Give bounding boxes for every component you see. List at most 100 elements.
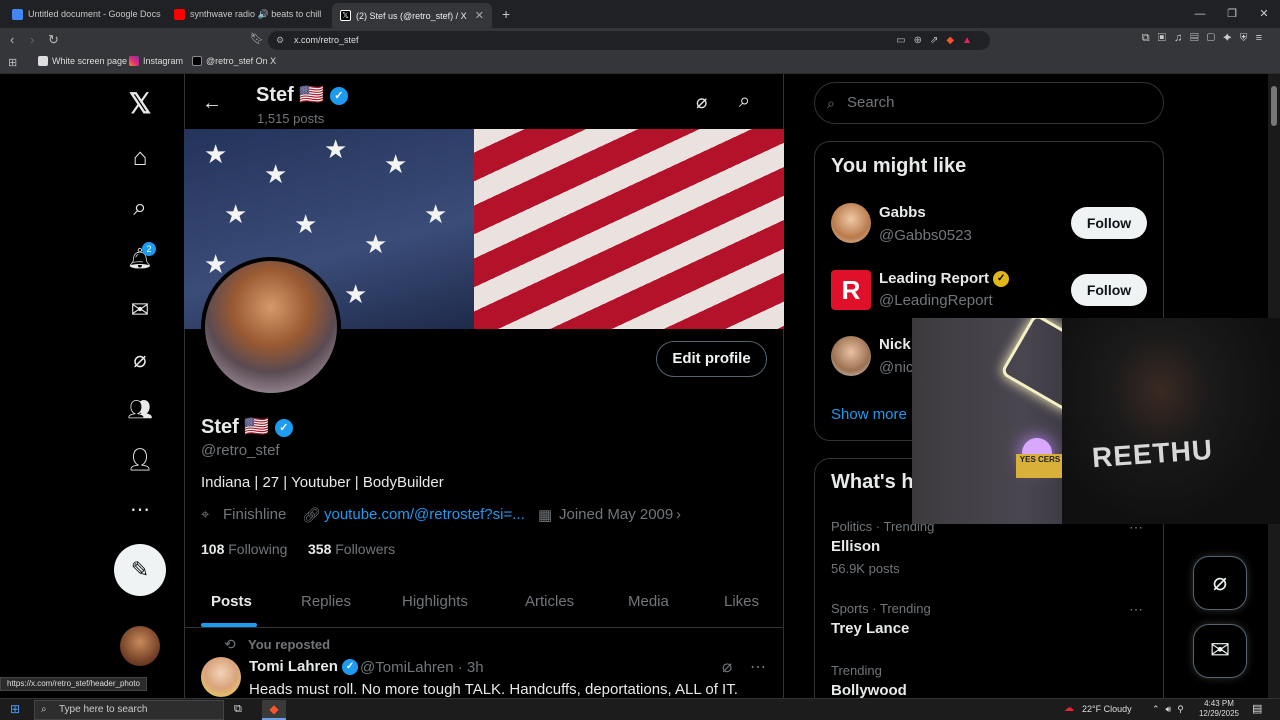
brave-rewards-icon[interactable]: ▲ [962,35,980,46]
close-tab-icon[interactable]: ✕ [475,9,484,22]
profile-joined-date[interactable]: Joined May 2009 [559,506,673,523]
scrollbar-thumb[interactable] [1271,86,1277,126]
back-arrow-icon[interactable]: ← [202,92,222,115]
bookmarks-bar: ⊞ White screen page Instagram @retro_ste… [0,52,1280,74]
tab-label: synthwave radio 🔊 beats to chill [190,8,322,19]
tab-label: Untitled document - Google Docs [28,9,161,19]
new-tab-button[interactable]: + [494,3,516,25]
star-icon: ★ [224,199,248,229]
minimize-icon[interactable]: — [1184,0,1216,28]
grok-icon[interactable]: ⌀ [126,346,154,374]
x-logo-icon: 𝕏 [340,10,351,21]
edit-profile-button[interactable]: Edit profile [656,341,767,377]
communities-icon[interactable]: 👥︎ [126,396,154,424]
bookmark-instagram[interactable]: Instagram [129,56,183,66]
notifications-center-icon[interactable]: ▤ [1252,702,1262,715]
bookmark-white-screen[interactable]: White screen page [38,56,127,66]
weather-icon[interactable]: ☁ [1064,703,1074,714]
taskbar-clock[interactable]: 4:43 PM 12/29/2025 [1194,699,1244,719]
reload-icon[interactable]: ↻ [48,32,59,48]
tab-x-profile[interactable]: 𝕏 (2) Stef us (@retro_stef) / X ✕ [332,3,492,28]
site-info-icon[interactable]: ⚙ [276,31,284,50]
trend-title[interactable]: Ellison [831,538,880,555]
verified-badge-icon: ✓ [329,86,348,105]
bookmark-retro-stef[interactable]: @retro_stef On X [192,56,276,66]
task-view-icon[interactable]: ⧉ [234,703,242,716]
more-options-icon[interactable]: ⋯ [126,496,154,524]
url-field[interactable]: ⚙ x.com/retro_stef ▭⊕⇗◆▲ [268,31,990,50]
account-avatar[interactable] [120,626,160,666]
x-logo-icon[interactable]: 𝕏 [126,90,154,118]
weather-text[interactable]: 22°F Cloudy [1082,704,1132,714]
profile-website-link[interactable]: youtube.com/@retrostef?si=... [324,506,525,523]
you-might-like-title: You might like [831,155,967,177]
star-icon: ★ [384,149,408,179]
desk-sign: YES CERS [1016,454,1064,478]
tab-likes[interactable]: Likes [724,593,759,610]
forward-icon[interactable]: › [30,32,34,47]
more-options-icon[interactable]: ⋯ [750,657,766,677]
windows-taskbar: ⊞ ⌕ Type here to search ⧉ ◆ ☁ 22°F Cloud… [0,698,1280,720]
system-tray-icons[interactable]: ⌃🔊︎⚲ [1152,704,1190,715]
youtube-icon [174,8,185,20]
page-icon [38,56,48,66]
suggestion-avatar[interactable] [831,336,871,376]
follow-button[interactable]: Follow [1071,274,1147,306]
messages-floating-button[interactable]: ✉ [1193,624,1247,678]
extensions-toolbar[interactable]: ⧉▣♫▤▢✦⛨≡ [1142,32,1270,45]
close-window-icon[interactable]: ✕ [1248,0,1280,28]
search-icon: ⌕ [827,95,835,111]
star-icon: ★ [344,279,368,309]
show-more-link[interactable]: Show more [831,406,907,423]
suggestion-handle: @LeadingReport [879,292,993,309]
post-author-avatar[interactable] [201,657,241,697]
tab-highlights[interactable]: Highlights [402,593,468,610]
suggestion-name[interactable]: Nick [879,336,911,353]
brave-taskbar-icon[interactable]: ◆ [262,700,286,720]
google-docs-icon [12,8,23,20]
back-icon[interactable]: ‹ [10,32,14,47]
search-input[interactable]: ⌕ Search [814,82,1164,124]
grok-icon[interactable]: ⌀ [722,657,732,677]
gold-verified-badge-icon: ✓ [993,271,1010,288]
following-count-link[interactable]: 108 Following [201,541,287,557]
follow-button[interactable]: Follow [1071,207,1147,239]
chevron-right-icon[interactable]: › [676,506,681,523]
suggestion-name[interactable]: Leading Report ✓ [879,270,1010,288]
suggestion-handle: @nic [879,359,914,376]
repost-context: You reposted [248,637,331,652]
profile-avatar[interactable] [201,257,341,397]
taskbar-search-input[interactable]: ⌕ Type here to search [34,700,224,720]
home-icon[interactable]: ⌂ [126,144,154,172]
trend-title[interactable]: Bollywood [831,682,907,699]
profile-person-icon[interactable]: 👤︎ [126,446,154,474]
windows-start-icon[interactable]: ⊞ [10,702,20,716]
streamer [1062,318,1280,524]
search-icon[interactable]: ⌕ [739,90,750,113]
post-author-name[interactable]: Tomi Lahren ✓ [249,658,359,676]
tab-articles[interactable]: Articles [525,593,574,610]
tab-replies[interactable]: Replies [301,593,351,610]
post-handle-time: @TomiLahren · 3h [360,659,484,676]
star-icon: ★ [204,139,228,169]
compose-post-button[interactable]: ✎ [114,544,166,596]
address-bar-actions[interactable]: ▭⊕⇗◆▲ [896,31,980,50]
grok-floating-button[interactable]: ⌀ [1193,556,1247,610]
restore-icon[interactable]: ❐ [1216,0,1248,28]
suggestion-avatar[interactable] [831,203,871,243]
tab-media[interactable]: Media [628,593,669,610]
suggestion-name[interactable]: Gabbs [879,204,926,221]
messages-mail-icon[interactable]: ✉ [126,296,154,324]
trend-title[interactable]: Trey Lance [831,620,909,637]
grok-icon[interactable]: ⌀ [696,91,707,114]
leading-report-logo[interactable]: R [831,270,871,310]
tab-google-docs[interactable]: Untitled document - Google Docs [4,3,164,25]
explore-search-icon[interactable]: ⌕ [126,194,154,222]
tab-posts[interactable]: Posts [211,593,252,610]
apps-grid-icon[interactable]: ⊞ [8,56,17,69]
followers-count-link[interactable]: 358 Followers [308,541,395,557]
more-options-icon[interactable]: ⋯ [1129,601,1143,618]
tab-youtube-synthwave[interactable]: synthwave radio 🔊 beats to chill [166,3,330,25]
brave-shield-icon[interactable]: ◆ [946,35,962,46]
bookmark-icon[interactable]: 🔖︎ [250,32,264,45]
